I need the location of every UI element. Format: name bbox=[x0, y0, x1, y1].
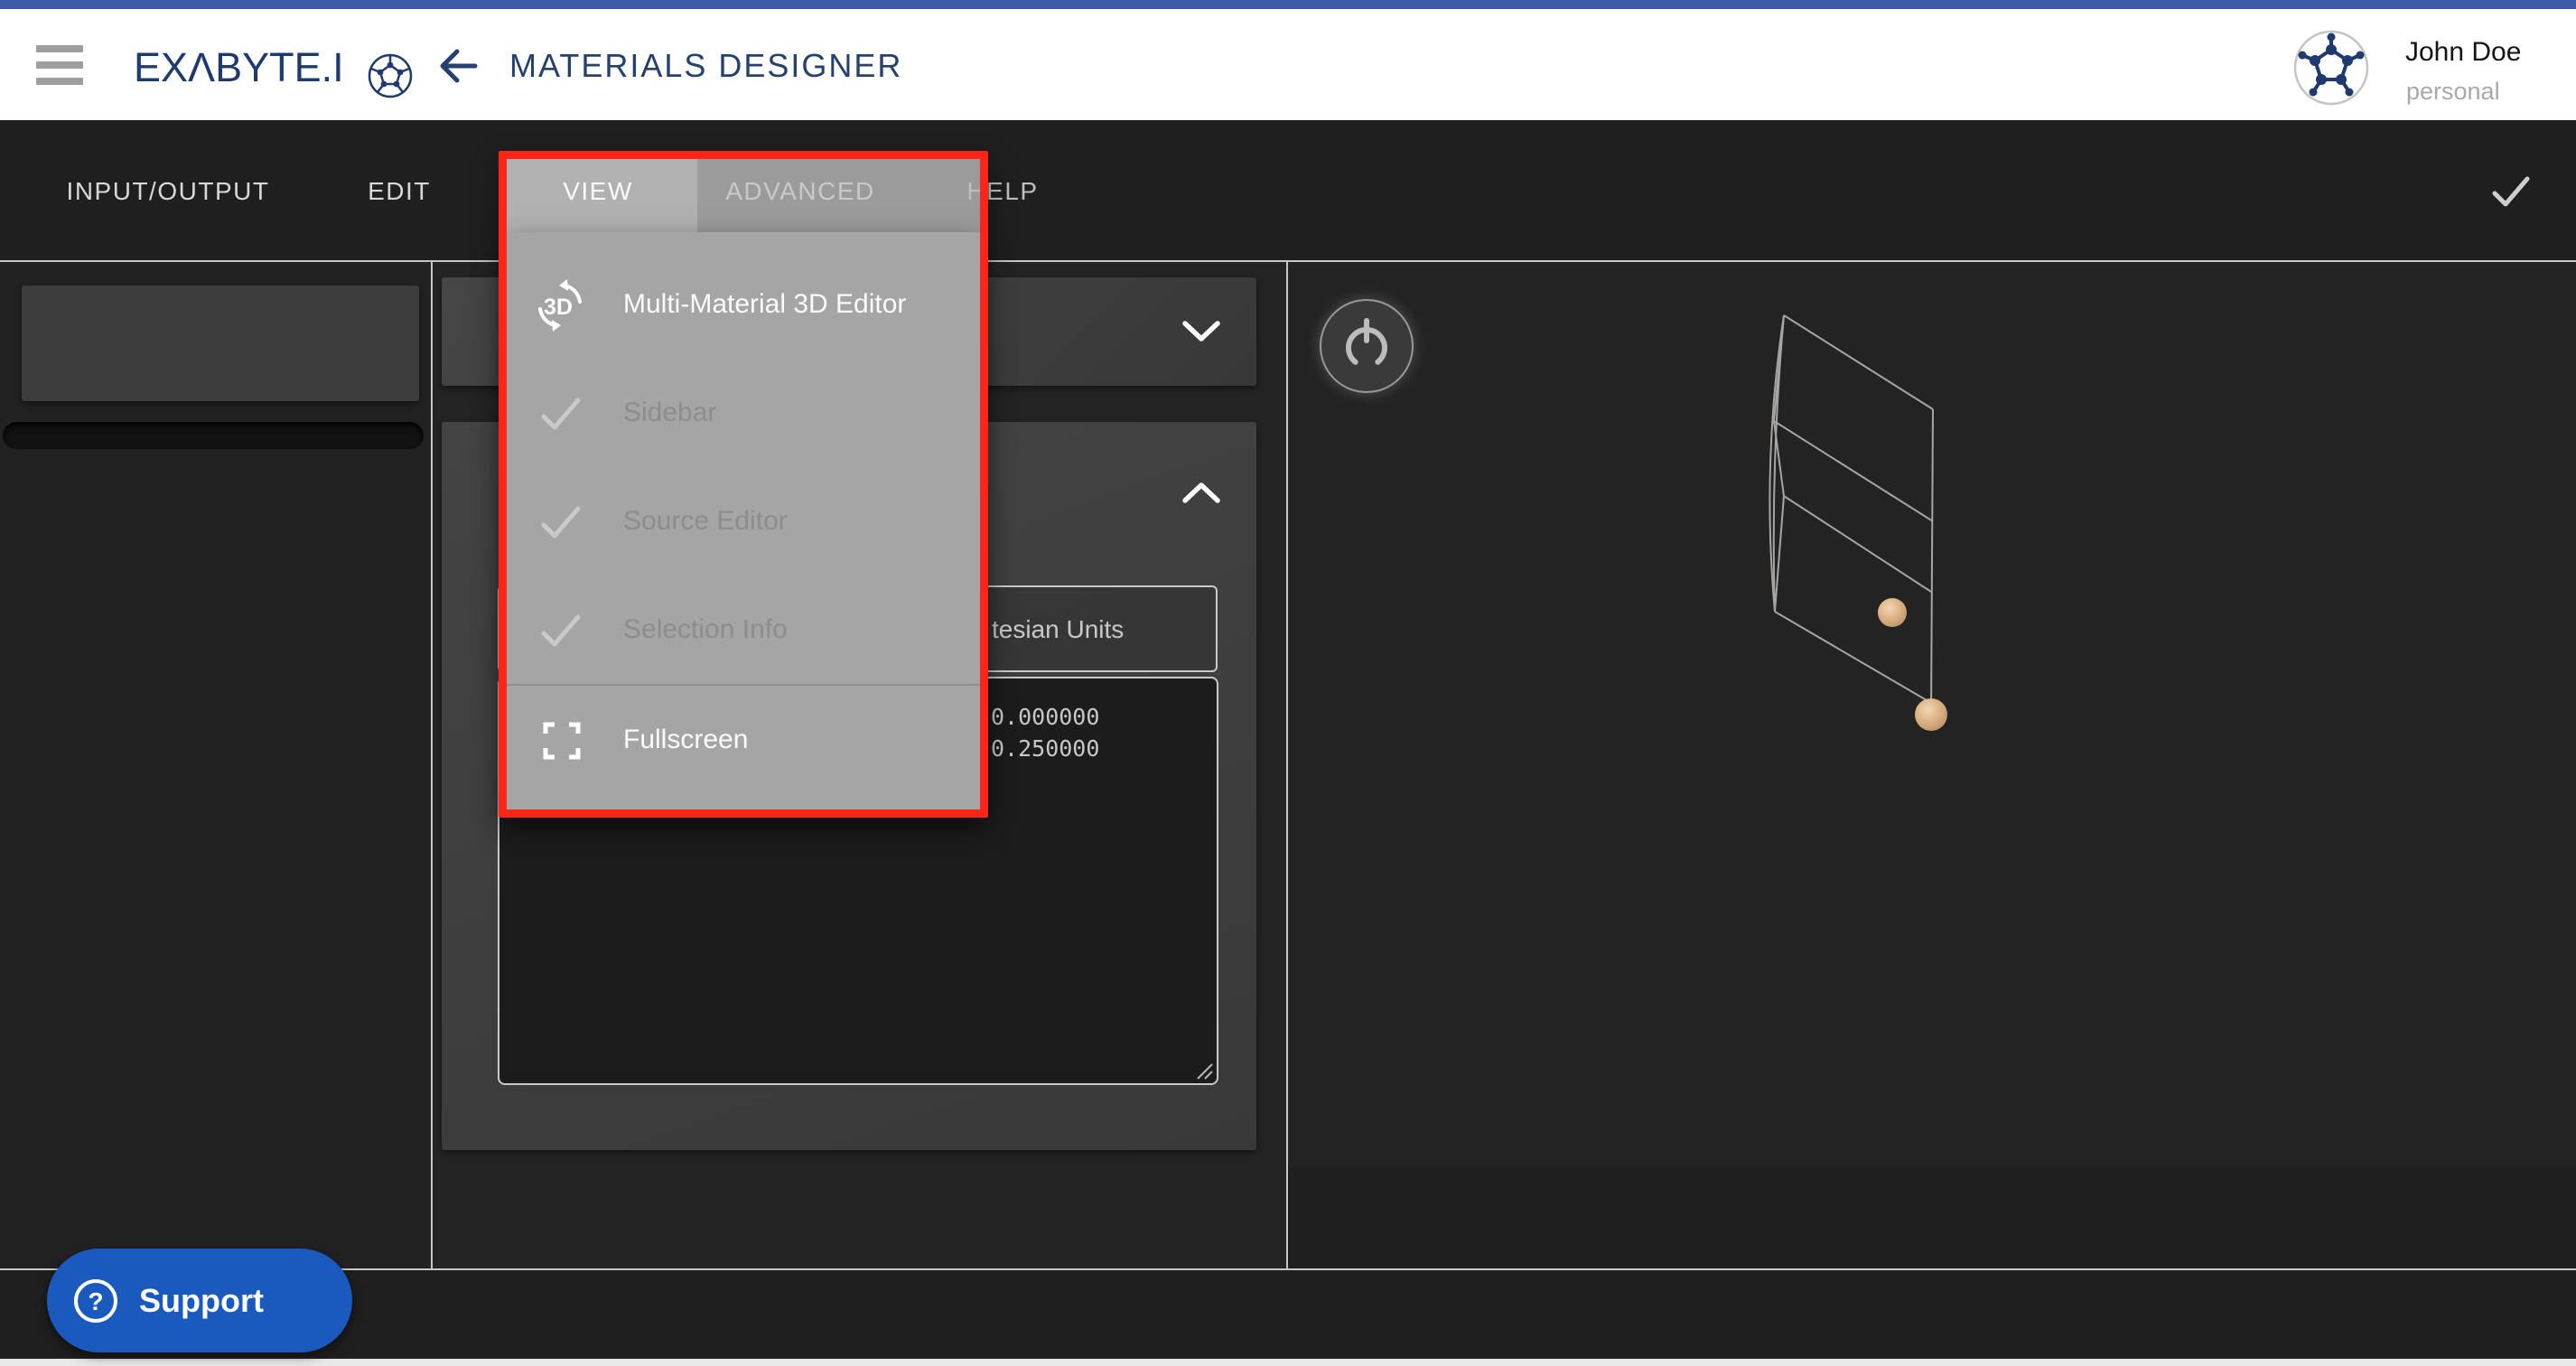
check-icon bbox=[540, 393, 582, 435]
header-bar: EXΛBYTE.I MATERIALS DESIGNER bbox=[0, 9, 2576, 120]
viewer-bottom-strip bbox=[1288, 1166, 2576, 1270]
svg-text:?: ? bbox=[88, 1287, 103, 1315]
atom bbox=[1915, 698, 1947, 731]
menu-item-edit[interactable]: EDIT bbox=[368, 177, 431, 206]
chevron-down-icon[interactable] bbox=[1181, 320, 1221, 343]
atom bbox=[1878, 598, 1907, 627]
check-icon bbox=[540, 610, 582, 651]
chevron-up-icon[interactable] bbox=[1181, 481, 1221, 504]
power-icon bbox=[1338, 317, 1395, 375]
back-arrow-icon[interactable] bbox=[437, 47, 479, 85]
power-button[interactable] bbox=[1320, 299, 1414, 393]
brand-logo-text: EXΛBYTE.I bbox=[134, 44, 344, 91]
support-button[interactable]: ? Support bbox=[47, 1249, 352, 1352]
materials-sidebar bbox=[0, 262, 431, 1270]
help-question-icon: ? bbox=[72, 1277, 119, 1324]
menu-option-source-editor[interactable]: Source Editor bbox=[623, 506, 788, 537]
page-title: MATERIALS DESIGNER bbox=[509, 47, 902, 85]
app-window: EXΛBYTE.I MATERIALS DESIGNER bbox=[0, 0, 2576, 1366]
svg-text:3D: 3D bbox=[544, 295, 573, 320]
check-icon bbox=[540, 501, 582, 543]
page-bottom-strip bbox=[0, 1359, 2576, 1366]
sidebar-scroll-bar[interactable] bbox=[3, 422, 424, 450]
menu-option-sidebar[interactable]: Sidebar bbox=[623, 398, 716, 428]
footer-divider bbox=[0, 1268, 2576, 1270]
menu-option-multi-material-3d-editor[interactable]: Multi-Material 3D Editor bbox=[623, 289, 906, 320]
user-name: John Doe bbox=[2405, 37, 2521, 68]
menu-divider bbox=[507, 684, 980, 686]
support-label: Support bbox=[139, 1282, 264, 1320]
menu-item-advanced[interactable]: ADVANCED bbox=[725, 177, 875, 206]
material-list-item[interactable] bbox=[22, 285, 419, 401]
sidebar-divider bbox=[431, 262, 433, 1270]
resize-handle-icon[interactable] bbox=[1190, 1057, 1214, 1081]
code-line: 0.250000 bbox=[991, 735, 1099, 762]
fullscreen-icon bbox=[542, 721, 582, 761]
crystal-wireframe bbox=[1752, 298, 1969, 750]
menu-item-input-output[interactable]: INPUT/OUTPUT bbox=[67, 177, 270, 206]
menu-item-help[interactable]: HELP bbox=[966, 177, 1038, 206]
user-plan: personal bbox=[2406, 78, 2500, 106]
menu-option-selection-info[interactable]: Selection Info bbox=[623, 614, 788, 645]
menu-option-fullscreen[interactable]: Fullscreen bbox=[623, 725, 748, 755]
confirm-check-icon[interactable] bbox=[2489, 172, 2533, 211]
avatar[interactable] bbox=[2293, 30, 2369, 106]
footer-bar bbox=[0, 1270, 2576, 1359]
units-label: tesian Units bbox=[992, 615, 1124, 644]
top-accent-strip bbox=[0, 0, 2576, 9]
brand-fullerene-icon bbox=[367, 52, 414, 99]
code-line: 0.000000 bbox=[991, 704, 1099, 730]
3d-rotate-icon: 3D bbox=[531, 276, 589, 334]
hamburger-menu-icon[interactable] bbox=[36, 45, 83, 85]
menu-item-view[interactable]: VIEW bbox=[563, 177, 633, 206]
